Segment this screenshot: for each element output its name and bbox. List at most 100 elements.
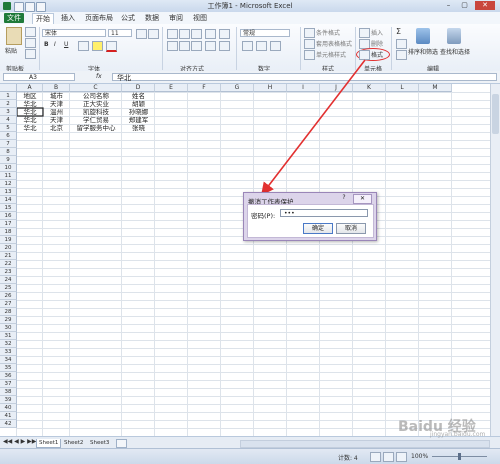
row-header-24[interactable]: 24 bbox=[0, 276, 17, 284]
horizontal-scrollbar[interactable] bbox=[240, 440, 490, 448]
comma-style-icon[interactable] bbox=[270, 41, 281, 51]
column-header-i[interactable]: I bbox=[287, 84, 320, 92]
decrease-font-icon[interactable] bbox=[148, 29, 159, 39]
cell-c1[interactable]: 公司名称 bbox=[70, 92, 122, 100]
format-cells-icon[interactable] bbox=[359, 50, 370, 60]
align-right-icon[interactable] bbox=[191, 41, 202, 51]
row-header-12[interactable]: 12 bbox=[0, 180, 17, 188]
sheet-tab-1[interactable]: Sheet1 bbox=[36, 439, 62, 448]
find-select-icon[interactable] bbox=[447, 28, 461, 44]
format-as-table-button[interactable]: 套用表格格式 bbox=[316, 39, 352, 48]
help-button[interactable]: ? bbox=[338, 194, 350, 202]
cell-d1[interactable]: 姓名 bbox=[122, 92, 155, 100]
column-header-e[interactable]: E bbox=[155, 84, 188, 92]
scroll-thumb[interactable] bbox=[492, 94, 499, 134]
cell-a4[interactable]: 华北 bbox=[17, 116, 43, 124]
row-header-42[interactable]: 42 bbox=[0, 420, 17, 428]
underline-button[interactable]: U bbox=[64, 41, 68, 48]
row-header-9[interactable]: 9 bbox=[0, 156, 17, 164]
insert-button[interactable]: 插入 bbox=[371, 28, 383, 37]
column-header-f[interactable]: F bbox=[188, 84, 221, 92]
align-bottom-icon[interactable] bbox=[191, 29, 202, 39]
row-header-14[interactable]: 14 bbox=[0, 196, 17, 204]
tab-file[interactable]: 文件 bbox=[4, 13, 24, 23]
clear-icon[interactable] bbox=[396, 50, 407, 60]
tab-formulas[interactable]: 公式 bbox=[118, 13, 138, 23]
page-layout-view-icon[interactable] bbox=[383, 452, 394, 462]
format-painter-icon[interactable] bbox=[25, 49, 36, 59]
row-header-22[interactable]: 22 bbox=[0, 260, 17, 268]
close-window-button[interactable]: ✕ bbox=[475, 1, 495, 10]
font-color-icon[interactable] bbox=[106, 41, 117, 52]
row-header-23[interactable]: 23 bbox=[0, 268, 17, 276]
page-break-view-icon[interactable] bbox=[396, 452, 407, 462]
conditional-format-icon[interactable] bbox=[304, 28, 315, 38]
cell-b2[interactable]: 天津 bbox=[43, 100, 70, 108]
cell-styles-button[interactable]: 单元格样式 bbox=[316, 50, 346, 59]
tab-data[interactable]: 数据 bbox=[142, 13, 162, 23]
row-header-8[interactable]: 8 bbox=[0, 148, 17, 156]
autosum-button[interactable]: Σ bbox=[396, 27, 401, 36]
row-header-3[interactable]: 3 bbox=[0, 108, 17, 116]
cell-c4[interactable]: 学仁贸易 bbox=[70, 116, 122, 124]
font-name-select[interactable]: 宋体 bbox=[42, 29, 106, 37]
fill-color-icon[interactable] bbox=[92, 41, 103, 51]
cell-a1[interactable]: 地区 bbox=[17, 92, 43, 100]
tab-view[interactable]: 视图 bbox=[190, 13, 210, 23]
cell-grid[interactable] bbox=[0, 84, 490, 436]
cell-styles-icon[interactable] bbox=[304, 50, 315, 60]
insert-cells-icon[interactable] bbox=[359, 28, 370, 38]
cell-d5[interactable]: 张晓 bbox=[122, 124, 155, 132]
column-header-h[interactable]: H bbox=[254, 84, 287, 92]
cell-b1[interactable]: 城市 bbox=[43, 92, 70, 100]
align-left-icon[interactable] bbox=[167, 41, 178, 51]
align-middle-icon[interactable] bbox=[179, 29, 190, 39]
tab-review[interactable]: 审阅 bbox=[166, 13, 186, 23]
increase-font-icon[interactable] bbox=[136, 29, 147, 39]
number-format-select[interactable]: 常规 bbox=[240, 29, 290, 37]
row-header-39[interactable]: 39 bbox=[0, 396, 17, 404]
row-header-21[interactable]: 21 bbox=[0, 252, 17, 260]
ok-button[interactable]: 确定 bbox=[303, 223, 333, 234]
zoom-level[interactable]: 100% bbox=[411, 453, 428, 460]
name-box[interactable]: A3 bbox=[3, 73, 75, 81]
row-header-19[interactable]: 19 bbox=[0, 236, 17, 244]
currency-icon[interactable] bbox=[242, 41, 253, 51]
wrap-text-icon[interactable] bbox=[219, 29, 230, 39]
row-header-34[interactable]: 34 bbox=[0, 356, 17, 364]
vertical-scrollbar[interactable] bbox=[490, 84, 500, 436]
password-input[interactable]: ••• bbox=[280, 209, 368, 217]
orientation-icon[interactable] bbox=[205, 29, 216, 39]
row-header-31[interactable]: 31 bbox=[0, 332, 17, 340]
align-top-icon[interactable] bbox=[167, 29, 178, 39]
row-header-1[interactable]: 1 bbox=[0, 92, 17, 100]
dialog-close-button[interactable]: ✕ bbox=[353, 194, 372, 204]
cell-d4[interactable]: 郑建军 bbox=[122, 116, 155, 124]
row-header-32[interactable]: 32 bbox=[0, 340, 17, 348]
format-button[interactable]: 格式 bbox=[371, 50, 383, 59]
column-header-k[interactable]: K bbox=[353, 84, 386, 92]
minimize-button[interactable]: – bbox=[442, 1, 455, 10]
cell-b4[interactable]: 天津 bbox=[43, 116, 70, 124]
row-header-28[interactable]: 28 bbox=[0, 308, 17, 316]
indent-icon[interactable] bbox=[205, 41, 216, 51]
row-header-16[interactable]: 16 bbox=[0, 212, 17, 220]
sort-filter-button[interactable]: 排序和筛选 bbox=[408, 47, 438, 56]
cut-icon[interactable] bbox=[25, 27, 36, 37]
zoom-slider-thumb[interactable] bbox=[458, 453, 461, 460]
bold-button[interactable]: B bbox=[44, 41, 49, 48]
cell-a2[interactable]: 华北 bbox=[17, 100, 43, 108]
formula-input[interactable]: 华北 bbox=[112, 73, 497, 82]
row-header-25[interactable]: 25 bbox=[0, 284, 17, 292]
cell-a3[interactable]: 华北 bbox=[17, 108, 43, 116]
cell-c5[interactable]: 留学服务中心 bbox=[70, 124, 122, 132]
sheet-tab-3[interactable]: Sheet3 bbox=[88, 439, 111, 447]
fx-button[interactable]: fx bbox=[96, 73, 102, 80]
delete-button[interactable]: 删除 bbox=[371, 39, 383, 48]
cell-a5[interactable]: 华北 bbox=[17, 124, 43, 132]
column-header-g[interactable]: G bbox=[221, 84, 254, 92]
italic-button[interactable]: I bbox=[54, 41, 56, 48]
column-header-l[interactable]: L bbox=[386, 84, 419, 92]
column-header-b[interactable]: B bbox=[43, 84, 70, 92]
cell-d3[interactable]: 孙晓娜 bbox=[122, 108, 155, 116]
